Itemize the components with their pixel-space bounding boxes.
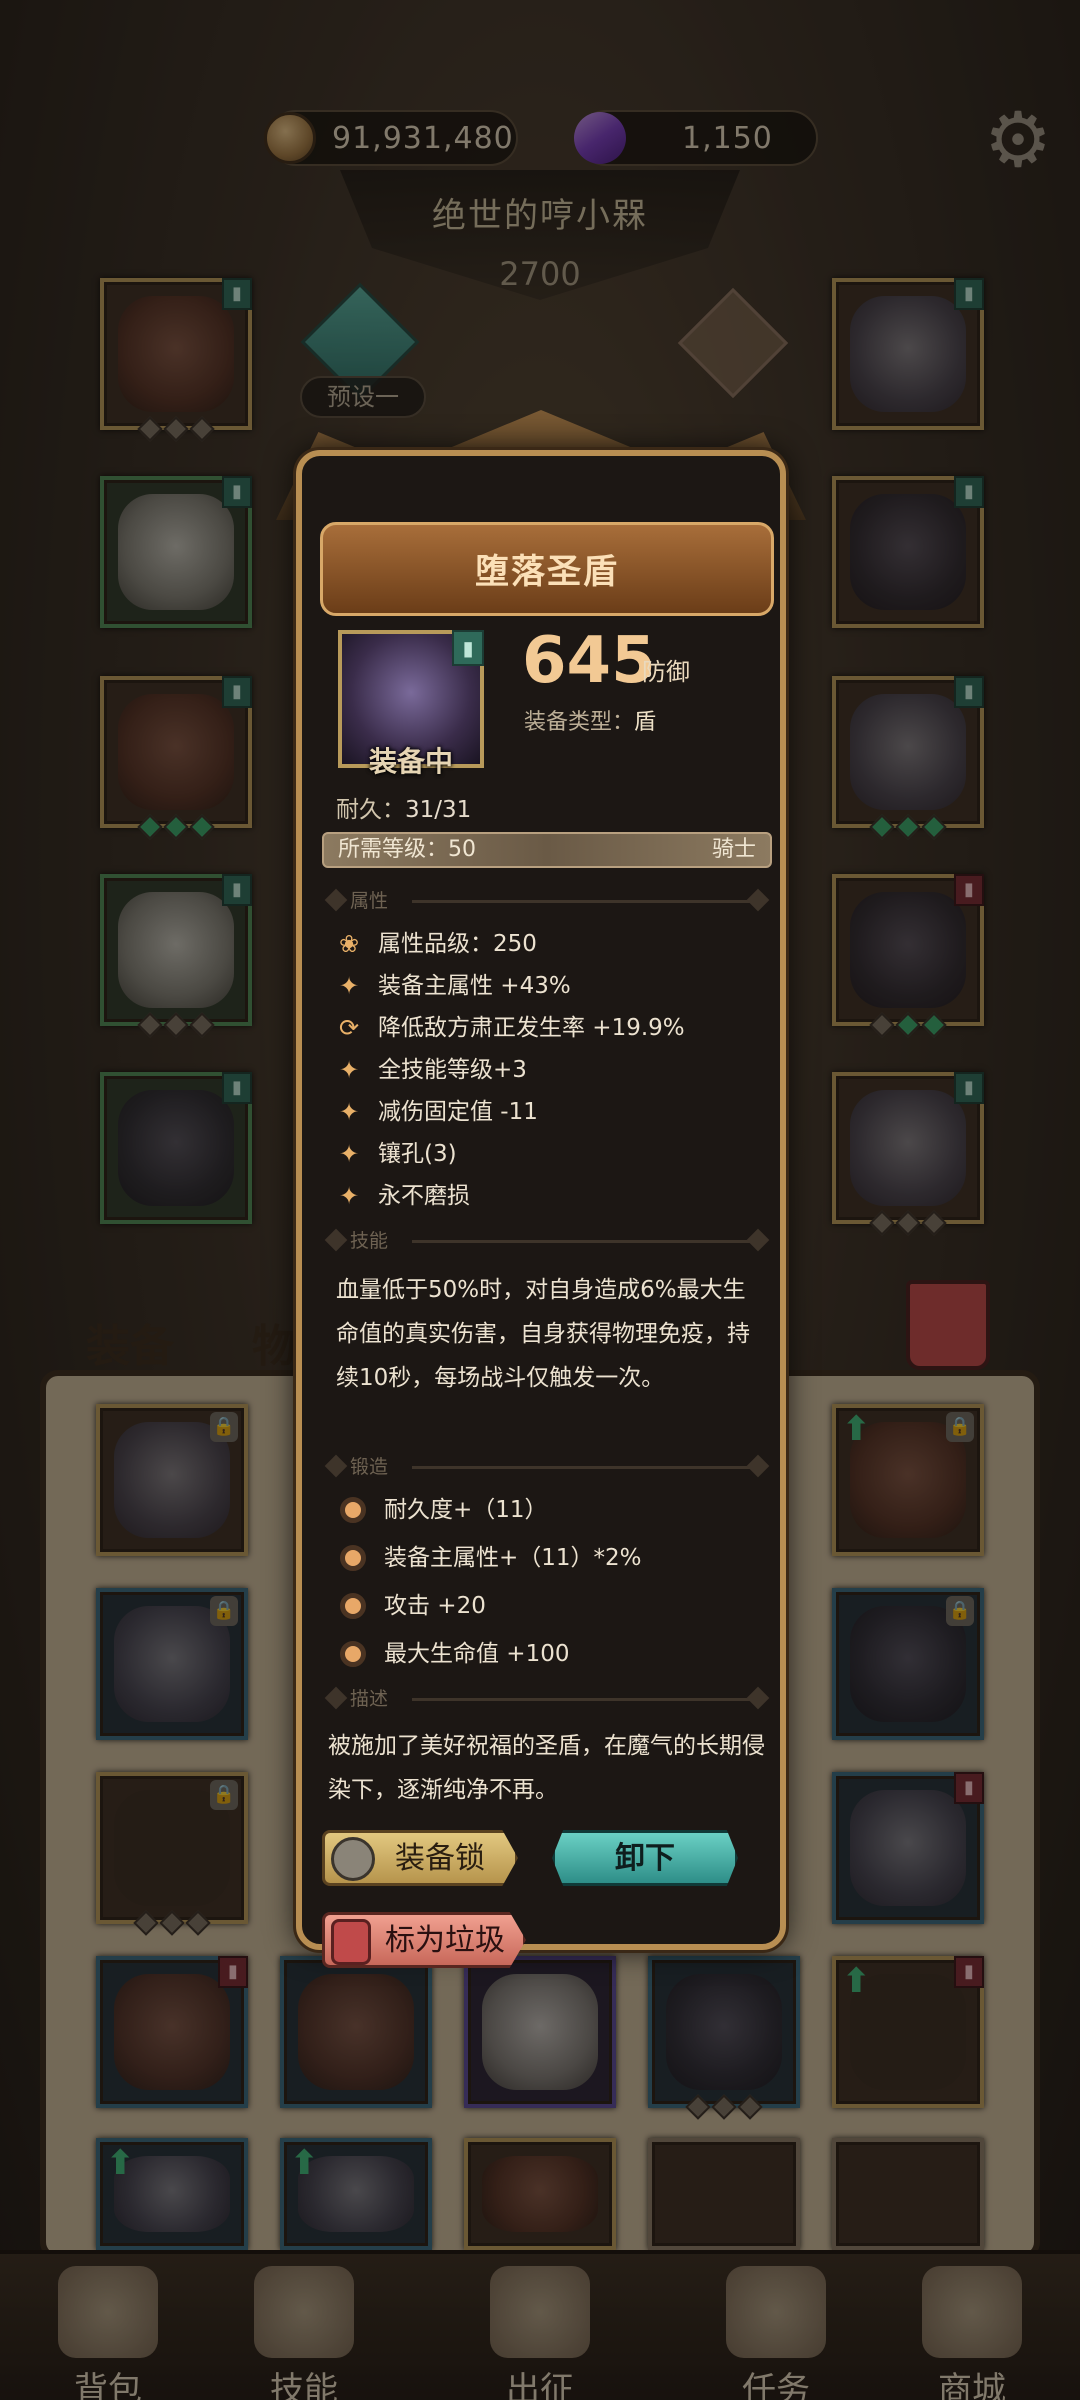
forge-row: 攻击 +20 [340, 1586, 486, 1626]
attribute-row: ❀ 属性品级：250 [334, 924, 537, 964]
divider [412, 900, 752, 903]
mark-junk-label: 标为垃圾 [385, 1923, 505, 1958]
item-name: 堕落圣盾 [475, 552, 619, 592]
attribute-row: ⟳ 降低敌方肃正发生率 +19.9% [334, 1008, 685, 1048]
diamond-icon [746, 1454, 770, 1478]
section-attributes: 属性 [322, 886, 772, 916]
section-description: 描述 [322, 1684, 772, 1714]
padlock-icon [331, 1837, 375, 1881]
lantern-icon [331, 1919, 371, 1965]
sparkle-icon: ✦ [338, 972, 360, 1000]
attribute-text: 属性品级：250 [378, 931, 537, 957]
item-type-label: 装备类型： [524, 710, 635, 735]
attribute-text: 永不磨损 [378, 1183, 470, 1209]
section-title: 技能 [350, 1230, 389, 1252]
item-detail-popup: 堕落圣盾 ▮ 装备中 645 防御 装备类型：盾 耐久：31/31 所需等级：5… [276, 410, 806, 1968]
attribute-row: ✦ 永不磨损 [334, 1176, 470, 1216]
section-title: 描述 [350, 1688, 389, 1710]
attribute-row: ✦ 减伤固定值 -11 [334, 1092, 538, 1132]
forge-text: 攻击 +20 [384, 1593, 486, 1619]
equipped-label: 装备中 [368, 745, 453, 778]
attribute-text: 减伤固定值 -11 [378, 1099, 538, 1125]
diamond-icon [324, 1454, 348, 1478]
durability: 耐久：31/31 [336, 790, 471, 824]
attribute-row: ✦ 装备主属性 +43% [334, 966, 571, 1006]
tag-icon: ▮ [452, 630, 484, 666]
item-stat-unit: 防御 [642, 658, 690, 686]
attribute-row: ✦ 全技能等级+3 [334, 1050, 527, 1090]
durability-value: 31/31 [405, 797, 472, 823]
dot-icon [340, 1545, 366, 1571]
dot-icon [340, 1593, 366, 1619]
attribute-text: 镶孔(3) [378, 1141, 457, 1167]
unequip-button[interactable]: 卸下 [552, 1830, 738, 1886]
section-title: 属性 [350, 890, 389, 912]
popup-header: 堕落圣盾 [320, 522, 774, 616]
forge-text: 耐久度+（11） [384, 1497, 548, 1523]
item-type: 装备类型：盾 [524, 704, 656, 736]
attribute-text: 全技能等级+3 [378, 1057, 527, 1083]
lock-item-button[interactable]: 装备锁 [322, 1830, 518, 1886]
sparkle-icon: ✦ [338, 1098, 360, 1126]
lock-item-label: 装备锁 [395, 1841, 485, 1876]
sparkle-icon: ✦ [338, 1056, 360, 1084]
attribute-text: 装备主属性 +43% [378, 973, 571, 999]
game-screen: 91,931,480 1,150 ⚙ 绝世的哼小槑 2700 预设一 ▮ ▮ ▮… [0, 0, 1080, 2400]
section-forge: 锻造 [322, 1452, 772, 1482]
item-description: 被施加了美好祝福的圣盾，在魔气的长期侵染下，逐渐纯净不再。 [328, 1733, 765, 1803]
divider [412, 1240, 752, 1243]
requirement-bar: 所需等级：50 骑士 [322, 832, 772, 868]
dot-icon [340, 1641, 366, 1667]
forge-row: 最大生命值 +100 [340, 1634, 569, 1674]
forge-text: 装备主属性+（11）*2% [384, 1545, 642, 1571]
section-title: 锻造 [350, 1456, 389, 1478]
divider [412, 1466, 752, 1469]
divider [412, 1698, 752, 1701]
diamond-icon [746, 888, 770, 912]
popup-frame: 堕落圣盾 ▮ 装备中 645 防御 装备类型：盾 耐久：31/31 所需等级：5… [296, 450, 786, 1968]
section-skills: 技能 [322, 1226, 772, 1256]
diamond-icon [324, 1686, 348, 1710]
diamond-icon [324, 888, 348, 912]
skill-description: 血量低于50%时，对自身造成6%最大生命值的真实伤害，自身获得物理免疫，持续10… [336, 1277, 750, 1391]
item-type-value: 盾 [634, 710, 657, 735]
attribute-row: ✦ 镶孔(3) [334, 1134, 457, 1174]
required-class: 骑士 [711, 837, 756, 862]
forge-row: 装备主属性+（11）*2% [340, 1538, 642, 1578]
sparkle-icon: ✦ [338, 1182, 360, 1210]
mark-junk-button[interactable]: 标为垃圾 [322, 1912, 526, 1968]
durability-label: 耐久： [336, 797, 405, 823]
required-level: 所需等级：50 [338, 837, 476, 862]
forge-text: 最大生命值 +100 [384, 1641, 570, 1667]
diamond-icon [746, 1686, 770, 1710]
attribute-text: 降低敌方肃正发生率 +19.9% [378, 1015, 685, 1041]
diamond-icon [746, 1228, 770, 1252]
cycle-icon: ⟳ [338, 1014, 360, 1042]
diamond-icon [324, 1228, 348, 1252]
item-stat-value: 645 [522, 624, 656, 698]
forge-row: 耐久度+（11） [340, 1490, 548, 1530]
sparkle-icon: ✦ [338, 1140, 360, 1168]
dot-icon [340, 1497, 366, 1523]
lotus-icon: ❀ [338, 930, 360, 958]
